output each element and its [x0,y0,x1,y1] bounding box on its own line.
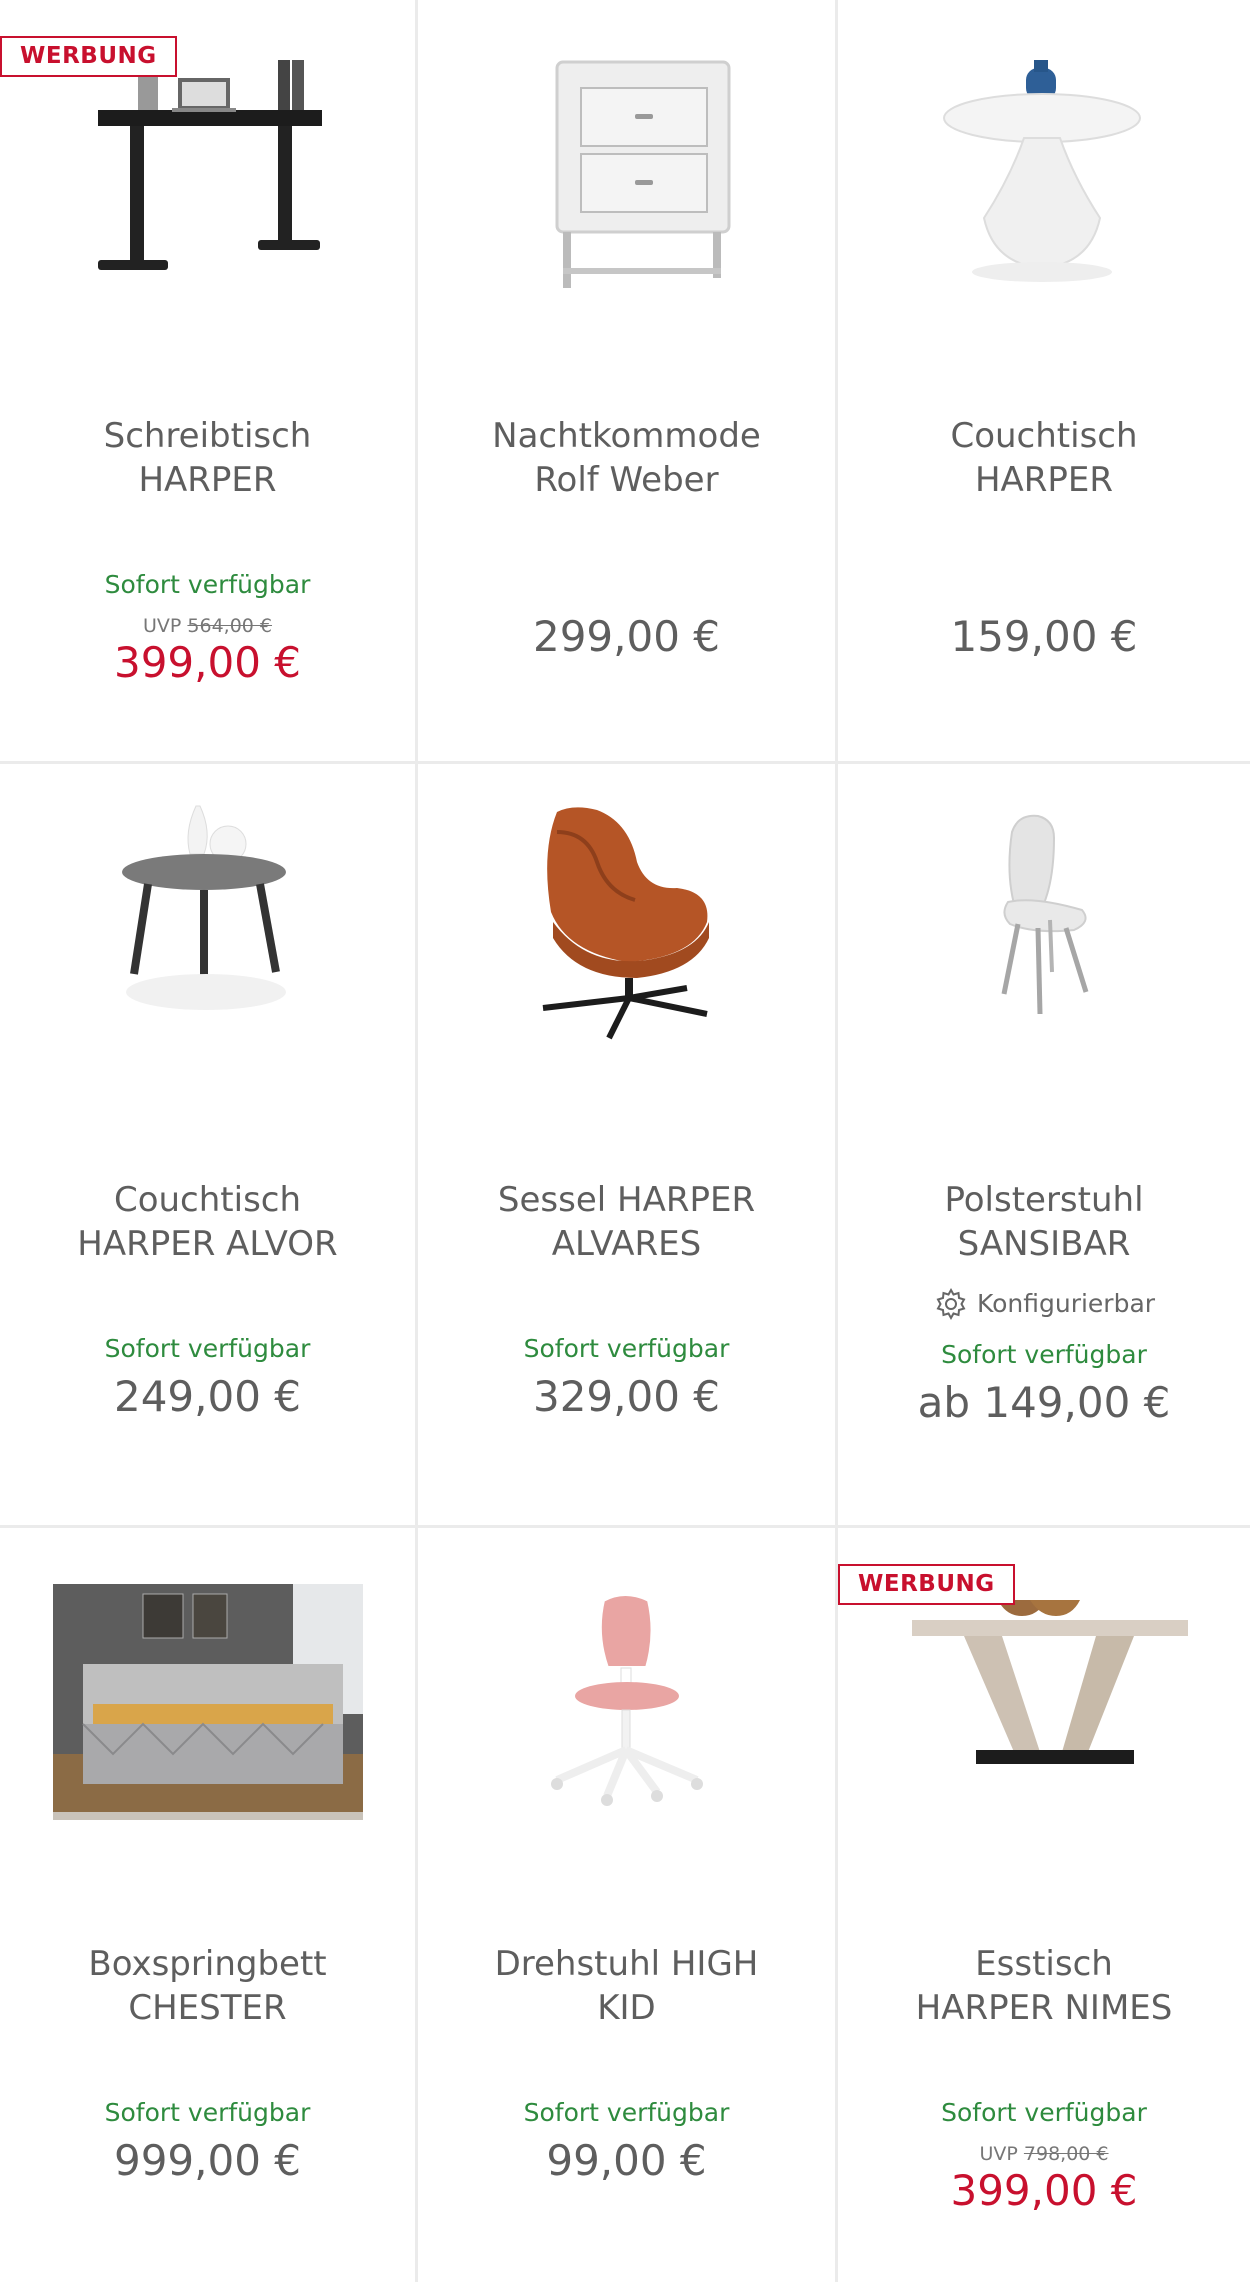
product-title[interactable]: Boxspringbett CHESTER [10,1942,405,2030]
swivel-chair-image-icon [550,1592,703,1806]
configurable-label: Konfigurierbar [838,1286,1250,1322]
price: 99,00 € [546,2136,707,2185]
uvp-line: UVP 798,00 € [838,2142,1250,2166]
product-meta: Sofort verfügbar 329,00 € [418,1334,835,1422]
product-card-sessel-harper-alvares[interactable]: Sessel HARPER ALVARES Sofort verfügbar 3… [418,764,838,1528]
availability-status: Sofort verfügbar [941,2098,1147,2127]
configurable-text: Konfigurierbar [976,1289,1156,1318]
product-card-nachtkommode-rolf-weber[interactable]: Nachtkommode Rolf Weber 299,00 € [418,0,838,764]
boxspring-bed-image-icon [52,1584,363,1820]
availability-status: Sofort verfügbar [523,2098,730,2127]
product-image[interactable] [0,1584,415,1914]
product-card-couchtisch-harper-alvor[interactable]: Couchtisch HARPER ALVOR Sofort verfügbar… [0,764,418,1528]
product-grid: WERBUNG Schreibtisch HARPER Sofort verfü… [0,0,1250,2282]
product-image[interactable] [418,1584,835,1914]
product-title[interactable]: Esstisch HARPER NIMES [848,1942,1240,2030]
price: ab 149,00 € [917,1378,1171,1427]
product-title[interactable]: Sessel HARPER ALVARES [428,1178,825,1266]
availability-status: Sofort verfügbar [941,1340,1147,1369]
price: 399,00 € [113,638,302,687]
product-meta: Sofort verfügbar 99,00 € [418,2098,835,2186]
product-image[interactable] [0,792,415,1122]
product-meta: Sofort verfügbar 249,00 € [0,1334,415,1422]
product-image[interactable] [838,28,1250,358]
product-title[interactable]: Nachtkommode Rolf Weber [428,414,825,502]
product-title[interactable]: Drehstuhl HIGH KID [428,1942,825,2030]
product-meta: 299,00 € [418,612,835,662]
product-meta: Sofort verfügbar UVP 564,00 € 399,00 € [0,570,415,688]
availability-status: Sofort verfügbar [104,570,311,599]
product-card-drehstuhl-high-kid[interactable]: Drehstuhl HIGH KID Sofort verfügbar 99,0… [418,1528,838,2282]
price: 399,00 € [950,2166,1138,2215]
price: 299,00 € [532,612,721,661]
product-image[interactable] [418,28,835,358]
coffee-table-white-image-icon [943,60,1141,282]
availability-status: Sofort verfügbar [104,1334,311,1363]
product-card-schreibtisch-harper[interactable]: WERBUNG Schreibtisch HARPER Sofort verfü… [0,0,418,764]
uvp-line: UVP 564,00 € [0,614,415,638]
gear-icon [936,1287,966,1321]
product-image[interactable] [838,1584,1250,1914]
uvp-value: 564,00 € [187,615,273,637]
product-title[interactable]: Schreibtisch HARPER [10,414,405,502]
product-card-polsterstuhl-sansibar[interactable]: Polsterstuhl SANSIBAR Konfigurierbar Sof… [838,764,1250,1528]
uvp-value: 798,00 € [1023,2143,1109,2165]
product-image[interactable] [0,28,415,358]
price: 159,00 € [950,612,1138,661]
upholstered-chair-image-icon [1001,814,1089,1015]
price: 999,00 € [113,2136,302,2185]
coffee-table-grey-image-icon [121,805,286,1010]
product-card-esstisch-harper-nimes[interactable]: WERBUNG Esstisch HARPER NIMES Sofort ver… [838,1528,1250,2282]
price: 329,00 € [532,1372,721,1421]
uvp-label: UVP [979,2143,1018,2165]
advertising-badge: WERBUNG [0,36,177,77]
product-meta: Konfigurierbar Sofort verfügbar ab 149,0… [838,1286,1250,1428]
nightstand-image-icon [555,60,730,288]
product-image[interactable] [838,792,1250,1122]
product-meta: Sofort verfügbar UVP 798,00 € 399,00 € [838,2098,1250,2216]
uvp-label: UVP [142,615,182,637]
product-image[interactable] [418,792,835,1122]
product-title[interactable]: Couchtisch HARPER [848,414,1240,502]
product-card-boxspringbett-chester[interactable]: Boxspringbett CHESTER Sofort verfügbar 9… [0,1528,418,2282]
product-meta: Sofort verfügbar 999,00 € [0,2098,415,2186]
armchair-image-icon [542,807,709,1040]
advertising-badge: WERBUNG [838,1564,1015,1605]
price: 249,00 € [113,1372,302,1421]
product-card-couchtisch-harper[interactable]: Couchtisch HARPER 159,00 € [838,0,1250,764]
availability-status: Sofort verfügbar [104,2098,311,2127]
product-title[interactable]: Couchtisch HARPER ALVOR [10,1178,405,1266]
dining-table-image-icon [912,1600,1188,1764]
product-title[interactable]: Polsterstuhl SANSIBAR [848,1178,1240,1266]
availability-status: Sofort verfügbar [523,1334,730,1363]
product-meta: 159,00 € [838,612,1250,662]
